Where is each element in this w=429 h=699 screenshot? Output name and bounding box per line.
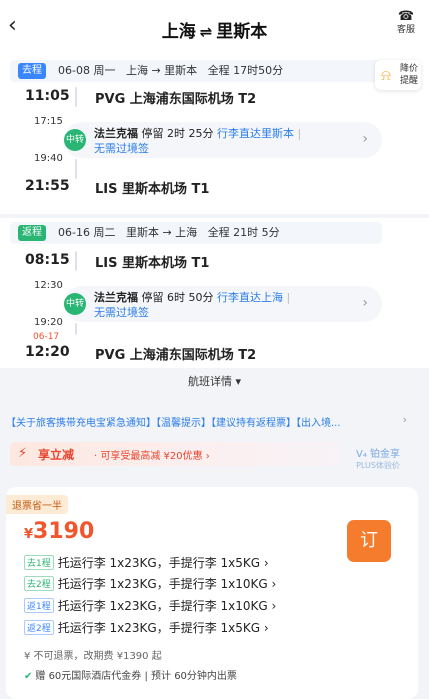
visa-note: 无需过境签 <box>94 142 149 155</box>
inbound-date: 06-16 周二 <box>58 226 116 239</box>
inbound-tag: 返程 <box>18 225 46 241</box>
inbound-dep-time: 08:15 <box>25 252 70 268</box>
coupon-text: 赠 60元国际酒店代金券 | 预计 60分钟内出票 <box>35 671 237 682</box>
fare-card[interactable]: 退票省一半 ¥3190 订 去1程 托运行李 1x23KG，手提行李 1x5KG … <box>6 487 418 699</box>
baggage-text: 托运行李 1x23KG，手提行李 1x10KG › <box>57 577 277 591</box>
plus-member-badge: V₄ 铂金享 PLUS体验价 <box>348 445 408 471</box>
fare-price: ¥3190 <box>24 519 94 544</box>
inbound-transfer-row[interactable]: 中转 法兰克福 停留 6时 50分 行李直达上海 | 无需过境签 › <box>64 286 382 322</box>
baggage-row[interactable]: 去2程 托运行李 1x23KG，手提行李 1x10KG › <box>24 575 276 592</box>
baggage-through-note: 行李直达上海 <box>217 291 283 304</box>
segment-tag: 去1程 <box>24 555 54 570</box>
outbound-arr-time: 21:55 <box>25 178 70 194</box>
outbound-summary-bar: 去程 06-08 周一 上海 → 里斯本 全程 17时50分 <box>10 60 382 82</box>
promo-description: · 可享受最高减 ¥20优惠 › <box>94 451 210 462</box>
currency-symbol: ¥ <box>24 527 34 542</box>
promo-title: 享立减 <box>38 448 75 462</box>
transfer-wait: 停留 6时 50分 <box>141 291 214 304</box>
bell-icon: ⍾ <box>381 66 391 84</box>
inbound-dep-airport: LIS 里斯本机场 T1 <box>95 256 210 271</box>
timeline-line <box>75 323 77 335</box>
transfer-city: 法兰克福 <box>94 291 138 304</box>
coupon-info: ✔ 赠 60元国际酒店代金券 | 预计 60分钟内出票 <box>24 667 237 682</box>
headset-icon: ☎ <box>397 9 415 24</box>
plus-line2: PLUS体验价 <box>356 461 400 470</box>
refund-half-badge: 退票省一半 <box>6 495 68 514</box>
book-button[interactable]: 订 <box>347 520 391 562</box>
inbound-summary-bar: 返程 06-16 周二 里斯本 → 上海 全程 21时 5分 <box>10 222 382 244</box>
transfer-info: 法兰克福 停留 2时 25分 行李直达里斯本 | <box>94 127 302 140</box>
segment-tag: 去2程 <box>24 576 54 591</box>
outbound-transfer-row[interactable]: 中转 法兰克福 停留 2时 25分 行李直达里斯本 | 无需过境签 › <box>64 122 382 158</box>
inbound-itinerary-card[interactable]: 返程 06-16 周二 里斯本 → 上海 全程 21时 5分 08:15 LIS… <box>0 218 429 368</box>
baggage-text: 托运行李 1x23KG，手提行李 1x10KG › <box>57 599 277 613</box>
baggage-row[interactable]: 返1程 托运行李 1x23KG，手提行李 1x10KG › <box>24 597 276 614</box>
check-icon: ✔ <box>24 671 33 682</box>
lightning-icon: ⚡ <box>18 446 28 461</box>
baggage-text: 托运行李 1x23KG，手提行李 1x5KG › <box>57 556 269 570</box>
transfer-info: 法兰克福 停留 6时 50分 行李直达上海 | <box>94 291 291 304</box>
inbound-route: 里斯本 → 上海 <box>125 226 198 239</box>
top-nav-bar: ‹ 上海 ⇌ 里斯本 ☎ 客服 <box>0 0 429 56</box>
customer-service-label: 客服 <box>396 25 415 35</box>
inbound-arr-time: 12:20 <box>25 344 70 360</box>
outbound-tag: 去程 <box>18 63 46 79</box>
chevron-right-icon[interactable]: › <box>403 413 407 426</box>
outbound-duration: 全程 17时50分 <box>207 64 284 77</box>
refund-policy: ¥ 不可退票，改期费 ¥1390 起 <box>24 651 162 662</box>
chevron-right-icon: › <box>362 131 368 147</box>
timeline-line <box>75 87 77 107</box>
baggage-text: 托运行李 1x23KG，手提行李 1x5KG › <box>57 621 269 635</box>
price-reminder-label: 降价 提醒 <box>400 64 419 86</box>
customer-service-button[interactable]: ☎ 客服 <box>393 10 419 36</box>
outbound-dep-airport: PVG 上海浦东国际机场 T2 <box>95 92 257 107</box>
segment-tag: 返1程 <box>24 598 54 613</box>
outbound-transfer-dep-time: 19:40 <box>34 153 63 164</box>
chevron-right-icon: › <box>362 295 368 311</box>
outbound-dep-time: 11:05 <box>25 88 70 104</box>
price-reminder-button[interactable]: ⍾ 降价 提醒 <box>375 60 421 90</box>
transfer-badge: 中转 <box>64 293 86 315</box>
inbound-transfer-dep-time: 19:20 <box>34 317 63 328</box>
transfer-badge: 中转 <box>64 129 86 151</box>
visa-note: 无需过境签 <box>94 306 149 319</box>
baggage-row[interactable]: 返2程 托运行李 1x23KG，手提行李 1x5KG › <box>24 619 269 636</box>
outbound-date: 06-08 周一 <box>58 64 116 77</box>
notice-ticker[interactable]: 【关于旅客携带充电宝紧急通知】【温馨提示】【建议持有返程票】【出入境... <box>6 414 421 429</box>
inbound-transfer-arr-time: 12:30 <box>34 280 63 291</box>
transfer-city: 法兰克福 <box>94 127 138 140</box>
price-amount: 3190 <box>33 519 95 544</box>
baggage-through-note: 行李直达里斯本 <box>217 127 294 140</box>
timeline-line <box>75 251 77 271</box>
outbound-arr-airport: LIS 里斯本机场 T1 <box>95 182 210 197</box>
inbound-summary: 06-16 周二 里斯本 → 上海 全程 21时 5分 <box>58 222 280 244</box>
route-title: 上海 ⇌ 里斯本 <box>0 17 429 42</box>
outbound-itinerary-card[interactable]: 去程 06-08 周一 上海 → 里斯本 全程 17时50分 ⍾ 降价 提醒 11… <box>0 56 429 214</box>
outbound-transfer-arr-time: 17:15 <box>34 116 63 127</box>
inbound-arr-date: 06-17 <box>33 332 60 342</box>
destination-city: 里斯本 <box>216 22 268 42</box>
inbound-duration: 全程 21时 5分 <box>207 226 280 239</box>
outbound-summary: 06-08 周一 上海 → 里斯本 全程 17时50分 <box>58 60 283 82</box>
timeline-line <box>75 159 77 179</box>
inbound-arr-airport: PVG 上海浦东国际机场 T2 <box>95 348 257 363</box>
plus-line1: V₄ 铂金享 <box>355 449 401 460</box>
flight-details-link[interactable]: 航班详情 ▾ <box>0 373 429 389</box>
transfer-wait: 停留 2时 25分 <box>141 127 214 140</box>
baggage-row[interactable]: 去1程 托运行李 1x23KG，手提行李 1x5KG › <box>24 554 269 571</box>
origin-city: 上海 <box>161 22 196 42</box>
swap-icon: ⇌ <box>199 23 213 41</box>
segment-tag: 返2程 <box>24 620 54 635</box>
outbound-route: 上海 → 里斯本 <box>125 64 198 77</box>
promo-banner[interactable]: ⚡ 享立减 · 可享受最高减 ¥20优惠 › <box>10 442 340 466</box>
